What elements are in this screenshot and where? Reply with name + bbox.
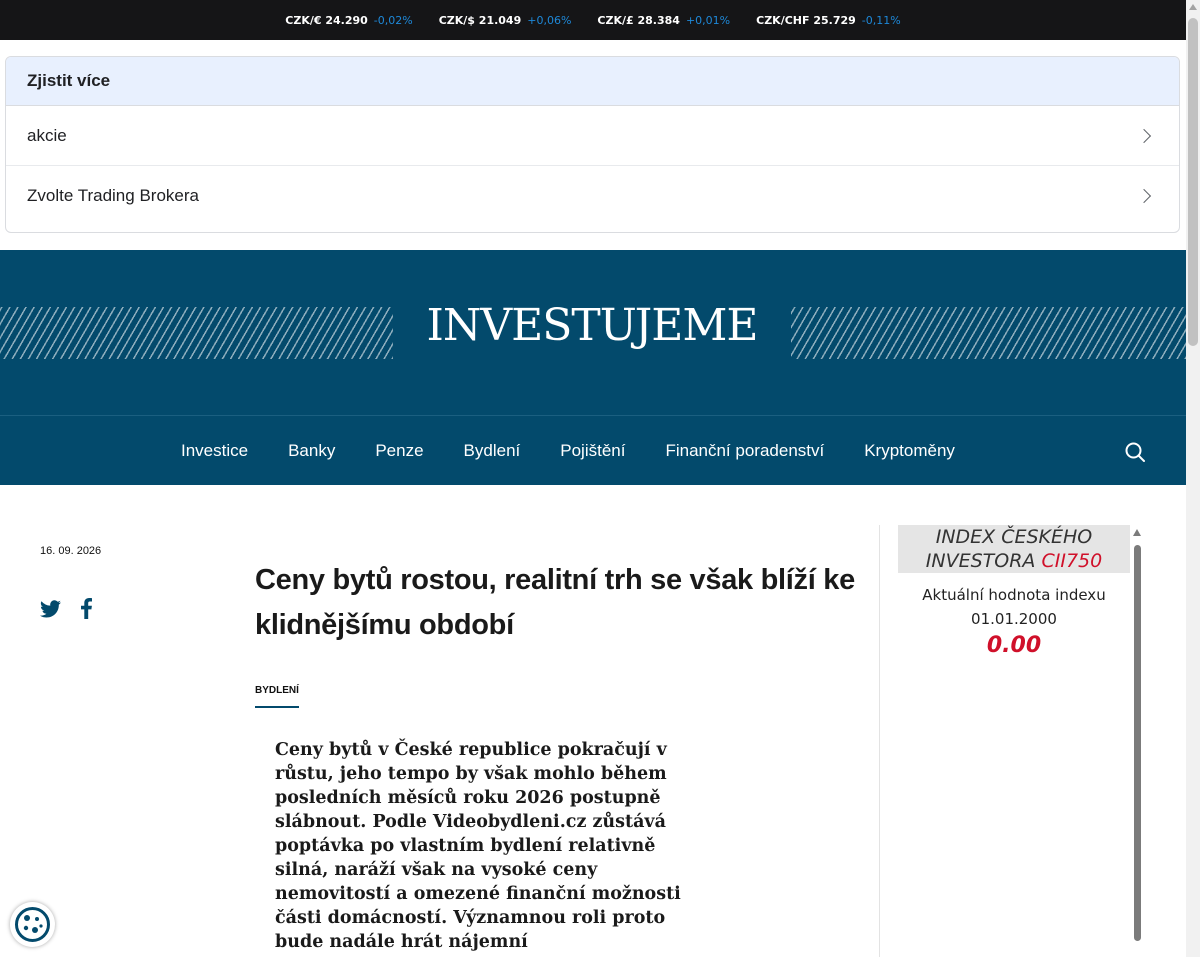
header-pattern-right xyxy=(791,307,1186,359)
facebook-icon[interactable] xyxy=(81,598,92,619)
search-icon[interactable] xyxy=(1125,442,1145,462)
article-date: 16. 09. 2026 xyxy=(40,545,102,557)
ticker-rate: CZK/£ 28.384 xyxy=(597,13,680,27)
header-pattern-left xyxy=(0,307,393,359)
site-header: INVESTUJEME xyxy=(0,250,1186,415)
related-search-item[interactable]: akcie xyxy=(6,106,1179,166)
related-searches-heading: Zjistit více xyxy=(6,57,1179,106)
index-widget-code: CII750 xyxy=(1041,550,1103,572)
ticker-change: -0,02% xyxy=(373,13,413,27)
twitter-icon[interactable] xyxy=(40,599,61,618)
related-search-label: akcie xyxy=(27,125,67,145)
widget-scroll-up-icon[interactable] xyxy=(1133,529,1141,536)
main-navigation: Investice Banky Penze Bydlení Pojištění … xyxy=(0,415,1186,485)
index-widget-date: 01.01.2000 xyxy=(971,610,1057,628)
nav-item-penze[interactable]: Penze xyxy=(375,441,423,461)
chevron-right-icon xyxy=(1136,128,1152,143)
nav-item-financni-poradenstvi[interactable]: Finanční poradenství xyxy=(665,441,824,461)
investor-index-widget: INDEX ČESKÉHO INVESTORA CII750 Aktuální … xyxy=(898,525,1130,658)
nav-item-investice[interactable]: Investice xyxy=(181,441,248,461)
article-title: Ceny bytů rostou, realitní trh se však b… xyxy=(255,564,855,641)
ticker-rate: CZK/$ 21.049 xyxy=(438,13,522,27)
related-search-label: Zvolte Trading Brokera xyxy=(27,186,199,205)
ticker-rate: CZK/CHF 25.729 xyxy=(756,13,856,27)
index-widget-value: 0.00 xyxy=(986,633,1042,658)
ticker-change: +0,01% xyxy=(685,13,731,27)
index-widget-title: INDEX ČESKÉHO INVESTORA CII750 xyxy=(898,525,1130,573)
article-lead: Ceny bytů v České republice pokračují v … xyxy=(275,740,681,952)
ticker-change: -0,11% xyxy=(861,13,901,27)
index-widget-subtitle: Aktuální hodnota indexu xyxy=(922,586,1106,604)
sidebar-divider xyxy=(879,525,880,957)
related-searches-box: Zjistit více akcie Zvolte Trading Broker… xyxy=(5,56,1180,233)
ticker-item[interactable]: CZK/£ 28.384 +0,01% xyxy=(597,14,730,27)
currency-ticker: CZK/€ 24.290 -0,02% CZK/$ 21.049 +0,06% … xyxy=(0,0,1186,40)
site-logo[interactable]: INVESTUJEME xyxy=(393,300,791,351)
share-buttons xyxy=(40,598,92,619)
cookie-icon xyxy=(15,907,50,942)
nav-item-pojisteni[interactable]: Pojištění xyxy=(560,441,625,461)
ticker-item[interactable]: CZK/€ 24.290 -0,02% xyxy=(285,14,412,27)
ticker-item[interactable]: CZK/CHF 25.729 -0,11% xyxy=(756,14,901,27)
ticker-change: +0,06% xyxy=(527,13,572,27)
scroll-up-arrow-icon[interactable] xyxy=(1189,4,1197,10)
widget-scrollbar-thumb[interactable] xyxy=(1134,545,1141,941)
chevron-right-icon xyxy=(1136,188,1152,204)
nav-item-banky[interactable]: Banky xyxy=(288,441,335,461)
ticker-item[interactable]: CZK/$ 21.049 +0,06% xyxy=(439,14,572,27)
article-category-link[interactable]: BYDLENÍ xyxy=(255,685,299,708)
related-search-item[interactable]: Zvolte Trading Brokera xyxy=(6,166,1179,226)
nav-item-kryptomeny[interactable]: Kryptoměny xyxy=(864,441,955,461)
nav-item-bydleni[interactable]: Bydlení xyxy=(464,441,521,461)
cookie-settings-button[interactable] xyxy=(10,902,55,947)
ticker-rate: CZK/€ 24.290 xyxy=(285,13,368,27)
page-scrollbar-thumb[interactable] xyxy=(1188,18,1198,346)
